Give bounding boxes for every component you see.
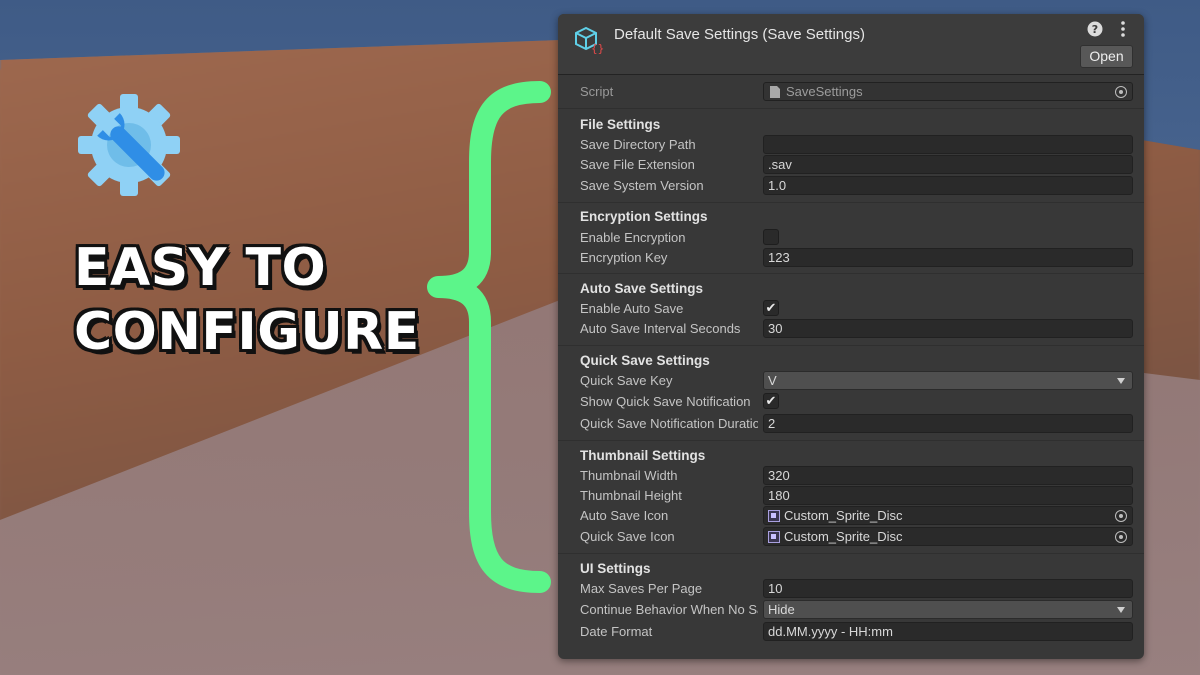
max-saves-input[interactable]: 10: [763, 579, 1133, 598]
quick-save-key-row: Quick Save Key V: [558, 371, 1144, 391]
max-saves-row: Max Saves Per Page 10: [558, 579, 1144, 599]
inspector-panel: {} Default Save Settings (Save Settings)…: [558, 14, 1144, 659]
notification-duration-row: Quick Save Notification Duratio 2: [558, 414, 1144, 434]
enable-auto-save-row: Enable Auto Save ✔: [558, 299, 1144, 319]
enable-encryption-row: Enable Encryption: [558, 228, 1144, 248]
quick-save-key-value: V: [768, 373, 777, 388]
section-quick-save-settings: Quick Save Settings: [580, 353, 710, 368]
script-file-icon: [770, 86, 780, 98]
divider: [558, 273, 1144, 274]
enable-encryption-checkbox[interactable]: [763, 229, 779, 245]
scriptable-object-icon: {}: [574, 24, 604, 55]
save-directory-row: Save Directory Path: [558, 135, 1144, 155]
object-picker-icon[interactable]: [1115, 510, 1127, 522]
notification-duration-input[interactable]: 2: [763, 414, 1133, 433]
headline: EASY TO CONFIGURE: [74, 236, 420, 364]
encryption-key-input[interactable]: 123: [763, 248, 1133, 267]
show-notification-checkbox[interactable]: ✔: [763, 393, 779, 409]
show-notification-label: Show Quick Save Notification: [580, 394, 751, 409]
auto-save-interval-input[interactable]: 30: [763, 319, 1133, 338]
quick-save-key-dropdown[interactable]: V: [763, 371, 1133, 390]
auto-save-icon-label: Auto Save Icon: [580, 508, 669, 523]
date-format-input[interactable]: dd.MM.yyyy - HH:mm: [763, 622, 1133, 641]
section-encryption-settings: Encryption Settings: [580, 209, 708, 224]
gear-wrench-icon: [76, 92, 182, 198]
sprite-icon: [768, 510, 780, 522]
headline-line-2: CONFIGURE: [74, 302, 420, 362]
divider: [558, 440, 1144, 441]
svg-text:?: ?: [1092, 23, 1098, 36]
show-notification-row: Show Quick Save Notification ✔: [558, 392, 1144, 412]
script-field[interactable]: SaveSettings: [763, 82, 1133, 101]
save-extension-input[interactable]: .sav: [763, 155, 1133, 174]
thumbnail-width-label: Thumbnail Width: [580, 468, 678, 483]
chevron-down-icon: [1117, 607, 1125, 613]
auto-save-interval-row: Auto Save Interval Seconds 30: [558, 319, 1144, 339]
continue-behavior-dropdown[interactable]: Hide: [763, 600, 1133, 619]
encryption-key-label: Encryption Key: [580, 250, 668, 265]
script-row: Script SaveSettings: [558, 82, 1144, 102]
enable-auto-save-label: Enable Auto Save: [580, 301, 684, 316]
auto-save-icon-field[interactable]: Custom_Sprite_Disc: [763, 506, 1133, 525]
section-thumbnail-settings: Thumbnail Settings: [580, 448, 706, 463]
divider: [558, 202, 1144, 203]
auto-save-icon-value: Custom_Sprite_Disc: [784, 508, 903, 523]
notification-duration-label: Quick Save Notification Duratio: [580, 416, 758, 431]
auto-save-interval-label: Auto Save Interval Seconds: [580, 321, 741, 336]
date-format-row: Date Format dd.MM.yyyy - HH:mm: [558, 622, 1144, 642]
save-directory-input[interactable]: [763, 135, 1133, 154]
encryption-key-row: Encryption Key 123: [558, 248, 1144, 268]
save-extension-label: Save File Extension: [580, 157, 695, 172]
quick-save-icon-label: Quick Save Icon: [580, 529, 675, 544]
section-file-settings: File Settings: [580, 117, 661, 132]
divider: [558, 108, 1144, 109]
save-extension-row: Save File Extension .sav: [558, 155, 1144, 175]
save-version-row: Save System Version 1.0: [558, 176, 1144, 196]
continue-behavior-label: Continue Behavior When No Sa: [580, 602, 758, 617]
script-value: SaveSettings: [786, 84, 863, 99]
script-label: Script: [580, 84, 614, 99]
object-picker-icon[interactable]: [1115, 86, 1127, 98]
open-button[interactable]: Open: [1080, 45, 1133, 68]
sprite-icon: [768, 531, 780, 543]
thumbnail-height-input[interactable]: 180: [763, 486, 1133, 505]
section-ui-settings: UI Settings: [580, 561, 651, 576]
continue-behavior-row: Continue Behavior When No Sa Hide: [558, 600, 1144, 620]
quick-save-icon-value: Custom_Sprite_Disc: [784, 529, 903, 544]
max-saves-label: Max Saves Per Page: [580, 581, 703, 596]
svg-text:{}: {}: [591, 42, 604, 54]
continue-behavior-value: Hide: [768, 602, 795, 617]
object-picker-icon[interactable]: [1115, 531, 1127, 543]
save-directory-label: Save Directory Path: [580, 137, 696, 152]
thumbnail-height-label: Thumbnail Height: [580, 488, 682, 503]
curly-brace-icon: [420, 72, 570, 602]
quick-save-icon-field[interactable]: Custom_Sprite_Disc: [763, 527, 1133, 546]
section-auto-save-settings: Auto Save Settings: [580, 281, 704, 296]
quick-save-key-label: Quick Save Key: [580, 373, 673, 388]
save-version-input[interactable]: 1.0: [763, 176, 1133, 195]
inspector-title: Default Save Settings (Save Settings): [614, 26, 865, 43]
more-options-icon[interactable]: [1114, 20, 1132, 38]
help-icon[interactable]: ?: [1086, 20, 1104, 38]
thumbnail-width-row: Thumbnail Width 320: [558, 466, 1144, 486]
thumbnail-height-row: Thumbnail Height 180: [558, 486, 1144, 506]
divider: [558, 553, 1144, 554]
auto-save-icon-row: Auto Save Icon Custom_Sprite_Disc: [558, 506, 1144, 526]
headline-line-1: EASY TO: [74, 238, 327, 298]
enable-encryption-label: Enable Encryption: [580, 230, 686, 245]
chevron-down-icon: [1117, 378, 1125, 384]
thumbnail-width-input[interactable]: 320: [763, 466, 1133, 485]
save-version-label: Save System Version: [580, 178, 704, 193]
quick-save-icon-row: Quick Save Icon Custom_Sprite_Disc: [558, 527, 1144, 547]
date-format-label: Date Format: [580, 624, 653, 639]
enable-auto-save-checkbox[interactable]: ✔: [763, 300, 779, 316]
inspector-header: {} Default Save Settings (Save Settings)…: [558, 14, 1144, 75]
divider: [558, 345, 1144, 346]
